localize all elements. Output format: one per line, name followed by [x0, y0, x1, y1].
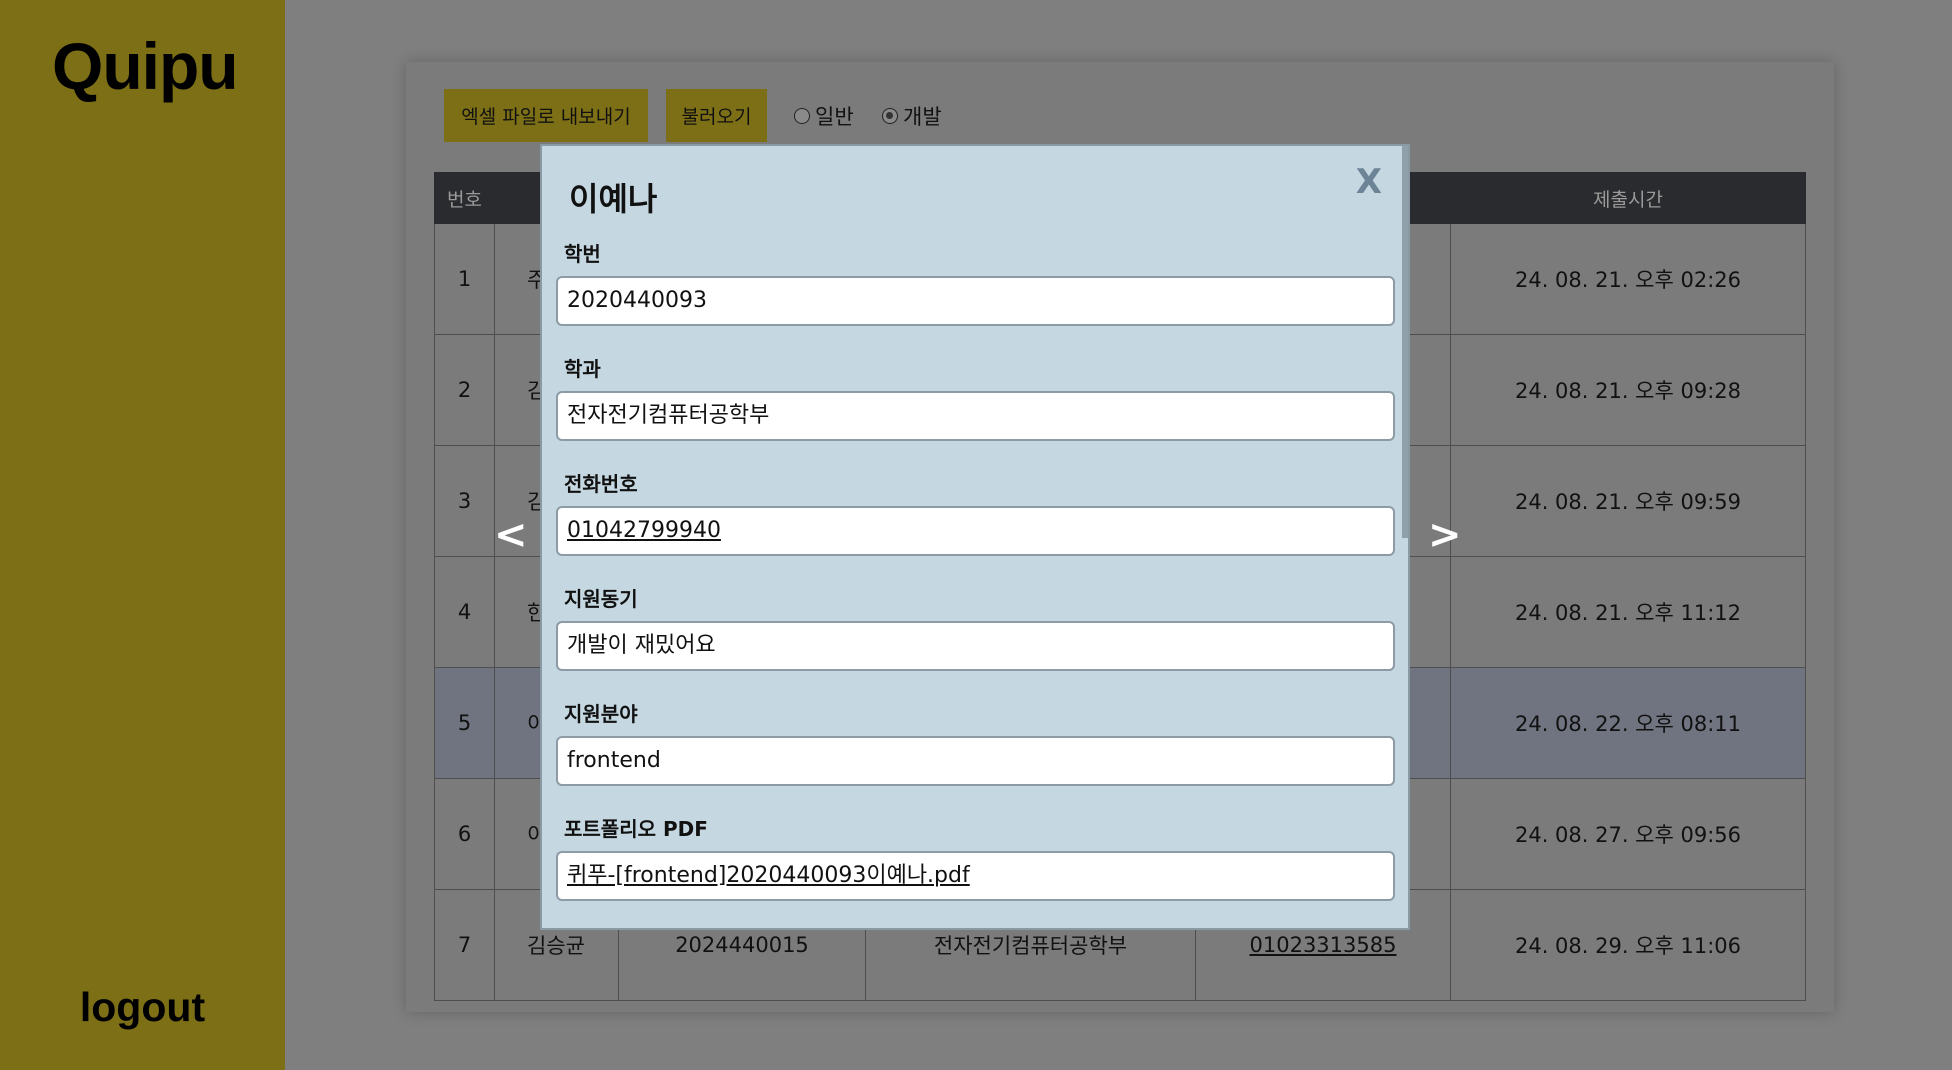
- export-excel-button[interactable]: 엑셀 파일로 내보내기: [444, 89, 648, 142]
- radio-general[interactable]: 일반: [794, 101, 854, 131]
- cell-number: 5: [434, 667, 495, 779]
- radio-dev[interactable]: 개발: [882, 101, 942, 131]
- field-label-department: 학과: [564, 357, 601, 381]
- cell-submit-time: 24. 08. 21. 오후 02:26: [1450, 223, 1806, 335]
- cell-number: 1: [434, 223, 495, 335]
- prev-applicant-icon[interactable]: <: [494, 512, 528, 558]
- applicant-detail-modal: 이예나 X 학번 2020440093 학과 전자전기컴퓨터공학부 전화번호 0…: [540, 144, 1410, 930]
- cell-number: 2: [434, 334, 495, 446]
- motivation-field[interactable]: 개발이 재밌어요: [556, 621, 1395, 671]
- cell-submit-time: 24. 08. 21. 오후 11:12: [1450, 556, 1806, 668]
- student-id-field[interactable]: 2020440093: [556, 276, 1395, 326]
- field-label-motivation: 지원동기: [564, 587, 638, 611]
- phone-field[interactable]: 01042799940: [556, 506, 1395, 556]
- cell-submit-time: 24. 08. 27. 오후 09:56: [1450, 778, 1806, 890]
- next-applicant-icon[interactable]: >: [1428, 512, 1462, 558]
- header-number: 번호: [434, 172, 495, 224]
- logout-button[interactable]: logout: [0, 984, 285, 1031]
- cell-submit-time: 24. 08. 22. 오후 08:11: [1450, 667, 1806, 779]
- sidebar: Quipu logout: [0, 0, 285, 1070]
- radio-circle-selected[interactable]: [882, 108, 898, 124]
- radio-general-label: 일반: [815, 105, 854, 129]
- cell-submit-time: 24. 08. 21. 오후 09:28: [1450, 334, 1806, 446]
- radio-circle[interactable]: [794, 108, 810, 124]
- cell-submit-time: 24. 08. 29. 오후 11:06: [1450, 889, 1806, 1001]
- cell-submit-time: 24. 08. 21. 오후 09:59: [1450, 445, 1806, 557]
- cell-number: 3: [434, 445, 495, 557]
- applicant-name: 이예나: [569, 180, 658, 218]
- field-label-student-id: 학번: [564, 242, 601, 266]
- modal-scrollbar[interactable]: [1402, 146, 1408, 538]
- track-field[interactable]: frontend: [556, 736, 1395, 786]
- cell-number: 7: [434, 889, 495, 1001]
- load-button[interactable]: 불러오기: [666, 89, 767, 142]
- radio-dev-label: 개발: [903, 105, 942, 129]
- field-label-track: 지원분야: [564, 702, 638, 726]
- brand-logo: Quipu: [52, 29, 239, 103]
- cell-number: 4: [434, 556, 495, 668]
- header-submit-time: 제출시간: [1450, 172, 1806, 224]
- close-icon[interactable]: X: [1356, 162, 1382, 202]
- portfolio-pdf-link[interactable]: 퀴푸-[frontend]2020440093이예나.pdf: [556, 851, 1395, 901]
- field-label-phone: 전화번호: [564, 472, 638, 496]
- department-field[interactable]: 전자전기컴퓨터공학부: [556, 391, 1395, 441]
- field-label-portfolio: 포트폴리오 PDF: [564, 817, 708, 841]
- cell-number: 6: [434, 778, 495, 890]
